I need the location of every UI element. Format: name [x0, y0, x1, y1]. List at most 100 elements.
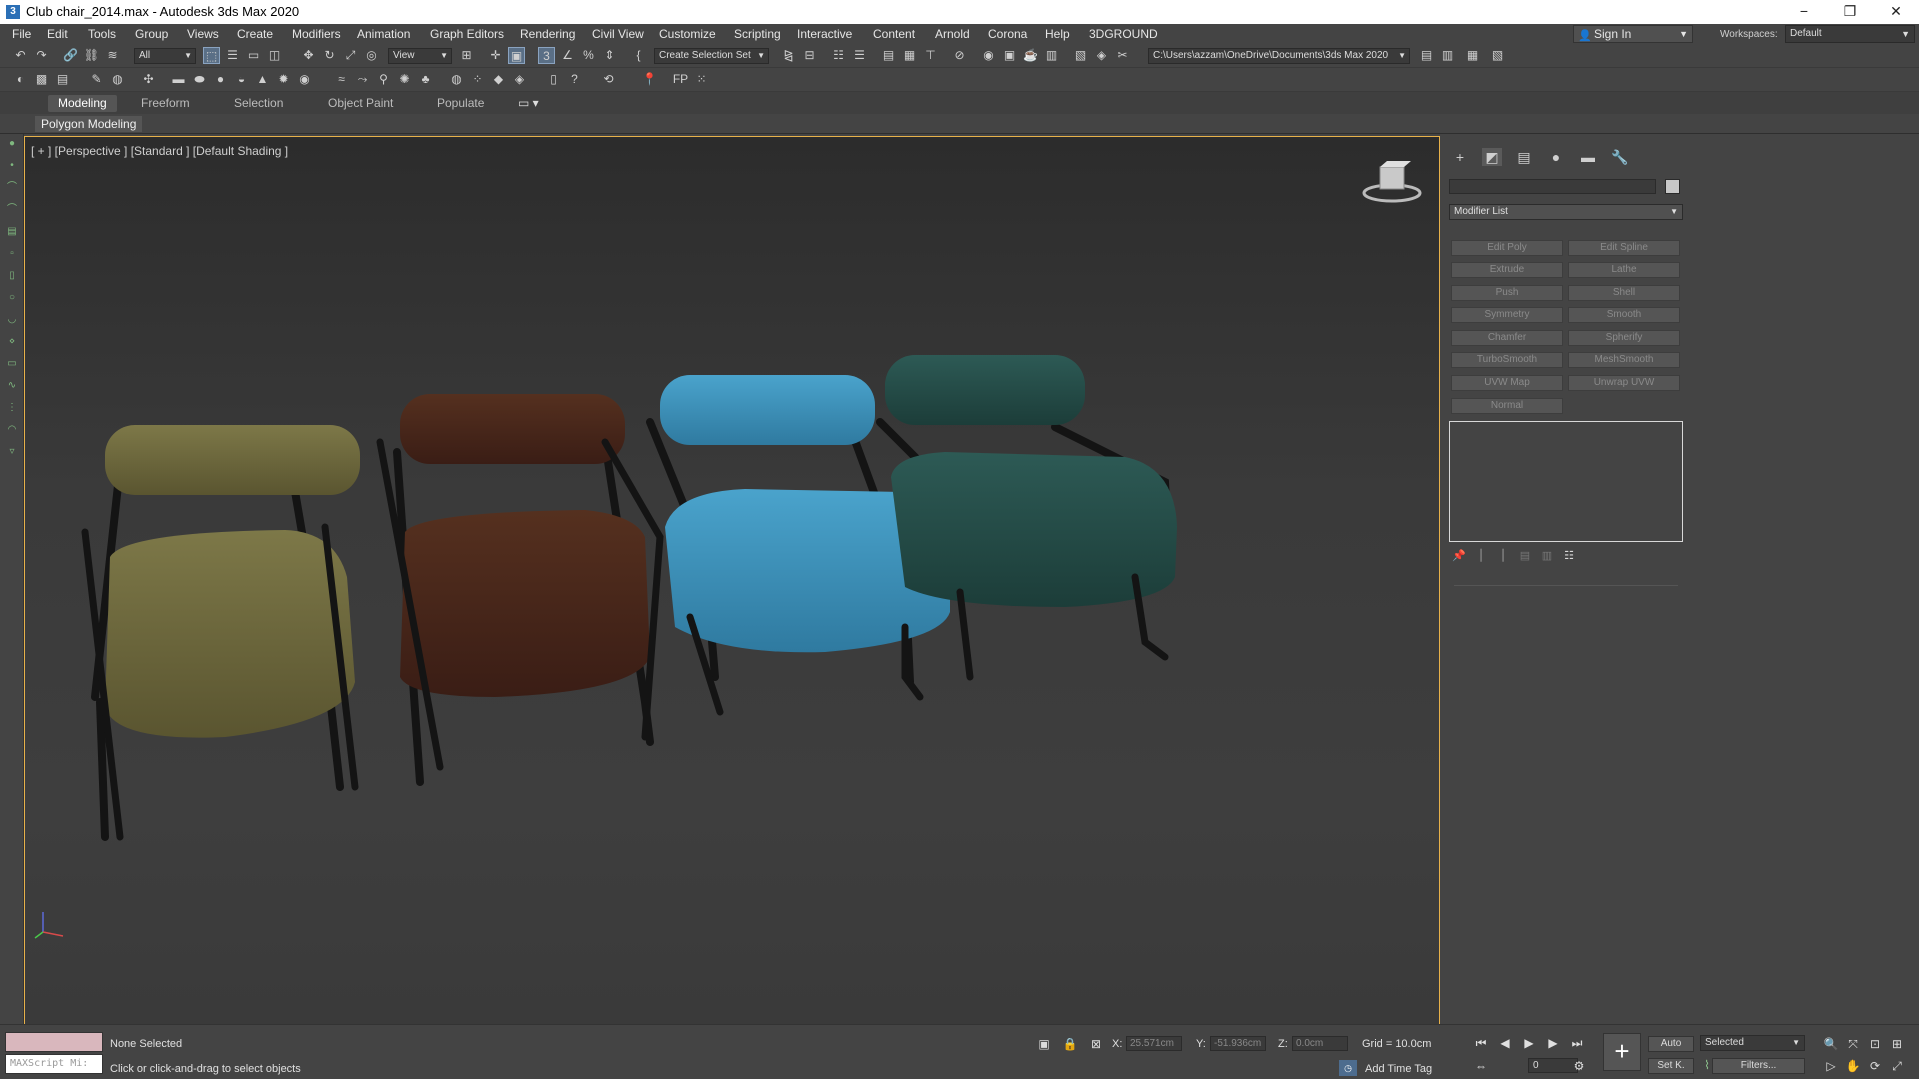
- render-production-icon[interactable]: ☕: [1022, 47, 1039, 64]
- edit-spline-button[interactable]: Edit Spline: [1568, 240, 1680, 256]
- menu-help[interactable]: Help: [1045, 27, 1070, 41]
- tree-icon[interactable]: ♣: [417, 71, 434, 88]
- biped-icon[interactable]: ⚲: [375, 71, 392, 88]
- rotate-icon[interactable]: ↻: [321, 47, 338, 64]
- remove-modifier-icon[interactable]: ▤: [1518, 549, 1532, 563]
- menu-group[interactable]: Group: [135, 27, 168, 41]
- chair-olive[interactable]: [81, 425, 360, 841]
- menu-3dground[interactable]: 3DGROUND: [1089, 27, 1158, 41]
- layout-icon[interactable]: ◡: [6, 314, 18, 326]
- edit-poly-button[interactable]: Edit Poly: [1451, 240, 1563, 256]
- cone-icon[interactable]: ▲: [254, 71, 271, 88]
- tab-freeform[interactable]: Freeform: [131, 95, 200, 112]
- brush-icon[interactable]: ✎: [88, 71, 105, 88]
- absolute-mode-icon[interactable]: ⊠: [1088, 1036, 1104, 1052]
- align-icon[interactable]: ⊟: [801, 47, 818, 64]
- rendered-frame-window-icon[interactable]: ▣: [1001, 47, 1018, 64]
- y-coordinate-field[interactable]: -51.936cm: [1210, 1036, 1266, 1051]
- polygon-modeling-panel[interactable]: Polygon Modeling: [35, 116, 143, 132]
- sign-in-button[interactable]: 👤 Sign In ▼: [1573, 25, 1693, 43]
- corona-render-icon[interactable]: ▧: [1072, 47, 1089, 64]
- key-selection-dropdown[interactable]: Selected ▼: [1700, 1035, 1805, 1051]
- time-config-icon[interactable]: ⚙: [1570, 1058, 1588, 1074]
- previous-frame-icon[interactable]: ◀: [1496, 1035, 1514, 1051]
- layout-icon[interactable]: ⌒: [6, 204, 18, 216]
- move-icon[interactable]: ✥: [300, 47, 317, 64]
- utilities-icon[interactable]: 🔧: [1610, 148, 1630, 166]
- tab-object-paint[interactable]: Object Paint: [318, 95, 403, 112]
- schematic-view-icon[interactable]: ⊤: [922, 47, 939, 64]
- menu-tools[interactable]: Tools: [88, 27, 116, 41]
- layout-icon[interactable]: ⋄: [6, 336, 18, 348]
- maximize-button[interactable]: ❐: [1827, 0, 1873, 24]
- pin-stack-icon[interactable]: 📌: [1452, 549, 1466, 563]
- save-project-icon[interactable]: ▦: [1464, 47, 1481, 64]
- place-icon[interactable]: ◎: [363, 47, 380, 64]
- zoom-all-icon[interactable]: ⤧: [1845, 1036, 1861, 1052]
- unwrap-uvw-button[interactable]: Unwrap UVW: [1568, 375, 1680, 391]
- extrude-button[interactable]: Extrude: [1451, 262, 1563, 278]
- corona-vfb-icon[interactable]: ◈: [1093, 47, 1110, 64]
- pan-icon[interactable]: ✋: [1845, 1058, 1861, 1074]
- layout-icon[interactable]: ▯: [6, 270, 18, 282]
- toggle-ribbon-icon[interactable]: ▤: [880, 47, 897, 64]
- toggle-scene-explorer-icon[interactable]: ☷: [830, 47, 847, 64]
- lathe-button[interactable]: Lathe: [1568, 262, 1680, 278]
- menu-animation[interactable]: Animation: [357, 27, 410, 41]
- delete-icon[interactable]: ▥: [1540, 549, 1554, 563]
- smooth-button[interactable]: Smooth: [1568, 307, 1680, 323]
- zoom-extents-all-icon[interactable]: ⊞: [1889, 1036, 1905, 1052]
- percent-snap-icon[interactable]: %: [580, 47, 597, 64]
- configure-modifier-sets-icon[interactable]: ☷: [1562, 549, 1576, 563]
- perspective-viewport[interactable]: [ + ] [Perspective ] [Standard ] [Defaul…: [24, 136, 1440, 1026]
- project-settings-icon[interactable]: ▧: [1489, 47, 1506, 64]
- project-folder-dropdown[interactable]: C:\Users\azzam\OneDrive\Documents\3ds Ma…: [1148, 48, 1410, 64]
- play-icon[interactable]: ▶: [1520, 1035, 1538, 1051]
- turbosmooth-button[interactable]: TurboSmooth: [1451, 352, 1563, 368]
- help-icon[interactable]: ?: [566, 71, 583, 88]
- display-icon[interactable]: ▬: [1578, 148, 1598, 166]
- x-coordinate-field[interactable]: 25.571cm: [1126, 1036, 1182, 1051]
- auto-key-button[interactable]: Auto: [1648, 1036, 1694, 1052]
- spline-icon[interactable]: ≈: [333, 71, 350, 88]
- box-icon[interactable]: ▬: [170, 71, 187, 88]
- window-crossing-icon[interactable]: ◫: [266, 47, 283, 64]
- named-selection-dropdown[interactable]: Create Selection Set ▼: [654, 48, 769, 64]
- edit-named-selection-icon[interactable]: {: [630, 47, 647, 64]
- scale-icon[interactable]: ⤢: [342, 47, 359, 64]
- sun-icon[interactable]: ◉: [296, 71, 313, 88]
- menu-rendering[interactable]: Rendering: [520, 27, 575, 41]
- paint-select-icon[interactable]: ◍: [109, 71, 126, 88]
- add-time-tag-label[interactable]: Add Time Tag: [1365, 1063, 1432, 1075]
- layout-icon[interactable]: ▫: [6, 248, 18, 260]
- toggle-layer-explorer-icon[interactable]: ☰: [851, 47, 868, 64]
- selection-lock-icon[interactable]: 🔒: [1062, 1036, 1078, 1052]
- texture-icon[interactable]: ◆: [490, 71, 507, 88]
- forest-pack-icon[interactable]: FP: [672, 71, 689, 88]
- menu-views[interactable]: Views: [187, 27, 219, 41]
- close-button[interactable]: ✕: [1873, 0, 1919, 24]
- chamfer-button[interactable]: Chamfer: [1451, 330, 1563, 346]
- normal-button[interactable]: Normal: [1451, 398, 1563, 414]
- render-in-cloud-icon[interactable]: ▥: [1043, 47, 1060, 64]
- make-unique-icon[interactable]: ┃: [1496, 549, 1510, 563]
- material-editor-icon[interactable]: ⊘: [951, 47, 968, 64]
- create-icon[interactable]: +: [1450, 148, 1470, 166]
- select-by-name-icon[interactable]: ☰: [224, 47, 241, 64]
- menu-graph-editors[interactable]: Graph Editors: [430, 27, 504, 41]
- keyboard-shortcut-icon[interactable]: ▣: [508, 47, 525, 64]
- layout-icon[interactable]: ▭: [6, 358, 18, 370]
- menu-civil-view[interactable]: Civil View: [592, 27, 644, 41]
- set-key-icon[interactable]: +: [1603, 1033, 1641, 1071]
- layout-icon[interactable]: ○: [6, 292, 18, 304]
- isolate-selection-icon[interactable]: ▣: [1036, 1036, 1052, 1052]
- menu-file[interactable]: File: [12, 27, 31, 41]
- set-key-button[interactable]: Set K.: [1648, 1058, 1694, 1074]
- open-project-icon[interactable]: ▤: [1418, 47, 1435, 64]
- link-icon[interactable]: 🔗: [62, 47, 79, 64]
- bind-spacewarp-icon[interactable]: ≋: [104, 47, 121, 64]
- material-sphere-icon[interactable]: ◍: [448, 71, 465, 88]
- maxscript-listener-input[interactable]: [5, 1032, 103, 1052]
- path-icon[interactable]: ⤳: [354, 71, 371, 88]
- layout-icon[interactable]: •: [6, 160, 18, 172]
